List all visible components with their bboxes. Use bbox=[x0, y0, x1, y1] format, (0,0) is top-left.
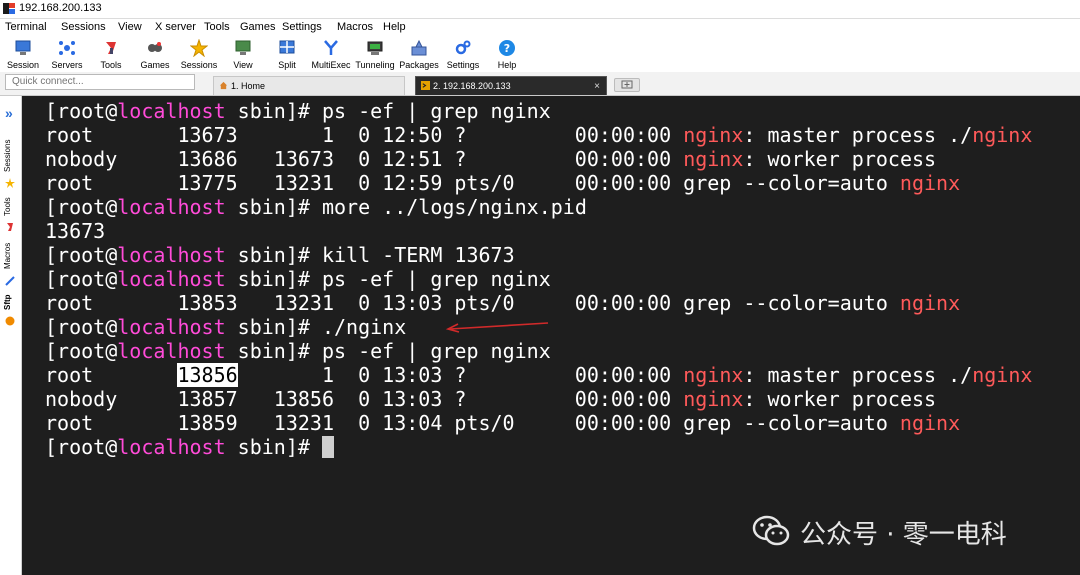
terminal-line: root 13673 1 0 12:50 ? 00:00:00 nginx: m… bbox=[45, 123, 1033, 147]
terminal-line: root 13775 13231 0 12:59 pts/0 00:00:00 … bbox=[45, 171, 961, 195]
multiexec-button[interactable]: MultiExec bbox=[309, 36, 353, 72]
tools-icon bbox=[106, 42, 116, 54]
session-icon bbox=[15, 40, 31, 55]
watermark-text: 公众号 · 零一电科 bbox=[800, 520, 1007, 550]
selected-pid: 13856 bbox=[177, 363, 238, 387]
terminal-line: [root@localhost sbin]# ps -ef | grep ngi… bbox=[45, 267, 551, 291]
terminal-line: [root@localhost sbin]# ./nginx bbox=[45, 315, 407, 339]
side-tab-tools[interactable]: Tools bbox=[3, 194, 17, 220]
terminal-line: root 13859 13231 0 13:04 pts/0 00:00:00 … bbox=[45, 411, 961, 435]
terminal-line: [root@localhost sbin]# more ../logs/ngin… bbox=[45, 195, 587, 219]
settings-button[interactable]: Settings bbox=[441, 36, 485, 72]
side-tab-sessions[interactable]: Sessions bbox=[3, 134, 17, 178]
games-button[interactable]: Games bbox=[133, 36, 177, 72]
tunneling-button[interactable]: Tunneling bbox=[353, 36, 397, 72]
home-icon bbox=[219, 81, 228, 90]
session-button[interactable]: Session bbox=[1, 36, 45, 72]
toolbar: Session Servers Tools Games Sessions Vie… bbox=[0, 36, 1080, 72]
menu-help[interactable]: Help bbox=[383, 21, 406, 33]
tab-home-label: 1. Home bbox=[231, 81, 266, 91]
menu-tools[interactable]: Tools bbox=[204, 21, 230, 33]
menu-macros[interactable]: Macros bbox=[337, 21, 373, 33]
tools-icon bbox=[7, 223, 13, 231]
window-title: 192.168.200.133 bbox=[19, 2, 102, 14]
tab-home[interactable]: 1. Home bbox=[213, 76, 405, 95]
servers-button[interactable]: Servers bbox=[45, 36, 89, 72]
terminal-pane[interactable]: [root@localhost sbin]# ps -ef | grep ngi… bbox=[22, 96, 1080, 575]
terminal-line: [root@localhost sbin]# kill -TERM 13673 bbox=[45, 243, 515, 267]
help-button[interactable]: ? Help bbox=[485, 36, 529, 72]
gear-icon bbox=[455, 40, 471, 55]
terminal-line: [root@localhost sbin]# ps -ef | grep ngi… bbox=[45, 99, 551, 123]
menu-view[interactable]: View bbox=[118, 21, 142, 33]
view-button[interactable]: View bbox=[221, 36, 265, 72]
macros-icon bbox=[5, 276, 15, 286]
split-button[interactable]: Split bbox=[265, 36, 309, 72]
menu-settings[interactable]: Settings bbox=[282, 21, 322, 33]
side-tab-macros[interactable]: Macros bbox=[3, 238, 17, 274]
star-icon bbox=[190, 39, 208, 57]
split-icon bbox=[279, 40, 295, 54]
sessions-button[interactable]: Sessions bbox=[177, 36, 221, 72]
tab-ssh-label: 2. 192.168.200.133 bbox=[433, 81, 511, 91]
help-icon: ? bbox=[499, 40, 515, 56]
tab-row: 1. Home 2. 192.168.200.133 × bbox=[0, 72, 1080, 96]
terminal-line: nobody 13857 13856 0 13:03 ? 00:00:00 ng… bbox=[45, 387, 937, 411]
close-icon[interactable]: × bbox=[594, 77, 600, 96]
side-tab-sftp[interactable]: Sftp bbox=[3, 292, 17, 312]
terminal-line: nobody 13686 13673 0 12:51 ? 00:00:00 ng… bbox=[45, 147, 937, 171]
menu-terminal[interactable]: Terminal bbox=[5, 21, 47, 33]
menu-sessions[interactable]: Sessions bbox=[61, 21, 106, 33]
wechat-icon bbox=[752, 515, 790, 546]
terminal-line: [root@localhost sbin]# bbox=[45, 435, 334, 459]
tunneling-icon bbox=[367, 41, 383, 55]
terminal-line: 13673 bbox=[45, 219, 106, 243]
menu-bar: Terminal Sessions View X server Tools Ga… bbox=[0, 19, 1080, 36]
sftp-icon bbox=[5, 316, 15, 326]
new-tab-button[interactable] bbox=[614, 78, 640, 92]
games-icon bbox=[148, 42, 162, 52]
mobaxterm-logo-icon bbox=[3, 3, 15, 14]
menu-games[interactable]: Games bbox=[240, 21, 275, 33]
svg-text:?: ? bbox=[504, 42, 510, 55]
menu-x-server[interactable]: X server bbox=[155, 21, 196, 33]
quick-connect-input[interactable] bbox=[5, 74, 195, 90]
packages-button[interactable]: Packages bbox=[397, 36, 441, 72]
new-tab-icon bbox=[621, 80, 633, 89]
title-bar: 192.168.200.133 bbox=[0, 0, 1080, 19]
servers-icon bbox=[59, 41, 75, 55]
terminal-line: [root@localhost sbin]# ps -ef | grep ngi… bbox=[45, 339, 551, 363]
multiexec-icon bbox=[324, 40, 338, 55]
packages-icon bbox=[411, 39, 427, 56]
tab-ssh-session[interactable]: 2. 192.168.200.133 × bbox=[415, 76, 607, 95]
tools-button[interactable]: Tools bbox=[89, 36, 133, 72]
side-panel: » Sessions Tools Macros Sftp bbox=[0, 96, 22, 575]
star-icon bbox=[5, 178, 15, 188]
terminal-icon bbox=[421, 81, 430, 90]
view-icon bbox=[235, 40, 251, 55]
terminal-cursor bbox=[321, 436, 334, 458]
annotation-arrow bbox=[445, 322, 549, 333]
terminal-line: root 13856 1 0 13:03 ? 00:00:00 nginx: m… bbox=[45, 363, 1033, 387]
expand-sidebar-icon[interactable]: » bbox=[5, 105, 13, 121]
terminal-line: root 13853 13231 0 13:03 pts/0 00:00:00 … bbox=[45, 291, 961, 315]
